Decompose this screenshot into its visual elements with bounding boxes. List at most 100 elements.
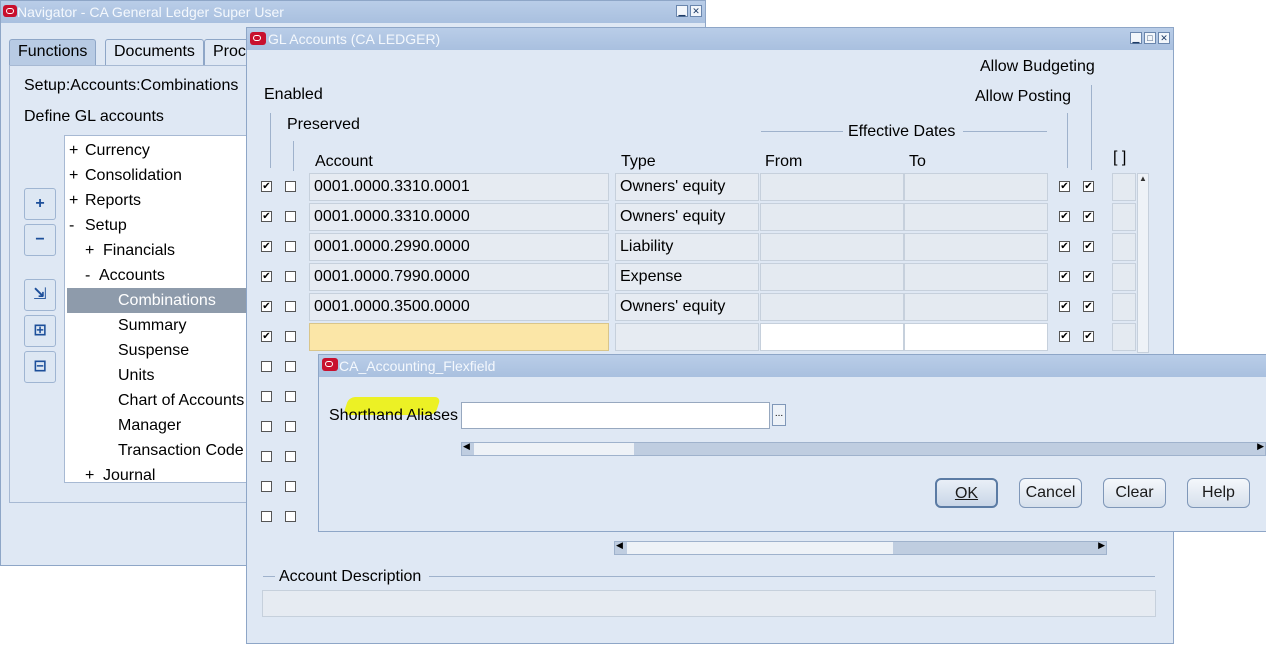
vertical-scrollbar[interactable]: ▲ <box>1137 173 1149 353</box>
enabled-checkbox[interactable] <box>261 511 272 522</box>
tree-item-setup[interactable]: - Setup <box>69 213 127 238</box>
to-date-cell[interactable] <box>904 173 1048 201</box>
enabled-checkbox[interactable] <box>261 481 272 492</box>
to-date-cell[interactable] <box>904 203 1048 231</box>
preserved-checkbox[interactable] <box>285 331 296 342</box>
account-cell[interactable] <box>309 323 609 351</box>
tab-documents[interactable]: Documents <box>105 39 204 65</box>
tab-functions[interactable]: Functions <box>9 39 97 65</box>
cancel-button[interactable]: Cancel <box>1019 478 1082 508</box>
scroll-right-icon[interactable]: ▶ <box>1257 441 1264 452</box>
type-cell[interactable]: Owners' equity <box>615 203 759 231</box>
from-date-cell[interactable] <box>760 173 904 201</box>
enabled-checkbox[interactable] <box>261 421 272 432</box>
account-cell[interactable]: 0001.0000.3310.0001 <box>309 173 609 201</box>
account-cell[interactable]: 0001.0000.3500.0000 <box>309 293 609 321</box>
tree-item-transaction-code[interactable]: Transaction Code <box>118 438 244 463</box>
allow-posting-checkbox[interactable]: ✔ <box>1059 331 1070 342</box>
preserved-checkbox[interactable] <box>285 451 296 462</box>
enabled-checkbox[interactable]: ✔ <box>261 181 272 192</box>
expand-branch-button[interactable]: + <box>24 188 56 220</box>
maximize-icon[interactable]: □ <box>1144 32 1156 44</box>
preserved-checkbox[interactable] <box>285 421 296 432</box>
gl-accounts-titlebar[interactable]: GL Accounts (CA LEDGER) ▁ □ ✕ <box>247 28 1173 50</box>
preserved-checkbox[interactable] <box>285 511 296 522</box>
preserved-checkbox[interactable] <box>285 301 296 312</box>
tree-item-financials[interactable]: + Financials <box>85 238 175 263</box>
collapse-all-button[interactable]: ⊟ <box>24 351 56 383</box>
scroll-thumb[interactable] <box>627 542 893 554</box>
allow-budgeting-checkbox[interactable]: ✔ <box>1083 241 1094 252</box>
tree-item-currency[interactable]: + Currency <box>69 138 150 163</box>
scroll-left-icon[interactable]: ◀ <box>463 441 470 452</box>
type-cell[interactable]: Owners' equity <box>615 293 759 321</box>
enabled-checkbox[interactable] <box>261 361 272 372</box>
type-cell[interactable]: Expense <box>615 263 759 291</box>
enabled-checkbox[interactable]: ✔ <box>261 331 272 342</box>
to-date-cell[interactable] <box>904 293 1048 321</box>
allow-budgeting-checkbox[interactable]: ✔ <box>1083 271 1094 282</box>
minimize-icon[interactable]: ▁ <box>1130 32 1142 44</box>
type-cell[interactable]: Owners' equity <box>615 173 759 201</box>
close-icon[interactable]: ✕ <box>1158 32 1170 44</box>
tree-item-units[interactable]: Units <box>118 363 154 388</box>
tree-item-consolidation[interactable]: + Consolidation <box>69 163 182 188</box>
flexfield-titlebar[interactable]: CA_Accounting_Flexfield <box>319 355 1266 377</box>
tree-item-combinations[interactable]: Combinations <box>67 288 253 313</box>
account-cell[interactable]: 0001.0000.2990.0000 <box>309 233 609 261</box>
ok-button[interactable]: OK <box>935 478 998 508</box>
allow-posting-checkbox[interactable]: ✔ <box>1059 241 1070 252</box>
preserved-checkbox[interactable] <box>285 211 296 222</box>
clear-button[interactable]: Clear <box>1103 478 1166 508</box>
allow-budgeting-checkbox[interactable]: ✔ <box>1083 181 1094 192</box>
type-cell[interactable] <box>615 323 759 351</box>
account-cell[interactable]: 0001.0000.3310.0000 <box>309 203 609 231</box>
collapse-branch-button[interactable]: − <box>24 224 56 256</box>
enabled-checkbox[interactable]: ✔ <box>261 241 272 252</box>
tree-item-chart-of-accounts[interactable]: Chart of Accounts <box>118 388 244 413</box>
folder-cell[interactable] <box>1112 293 1136 321</box>
to-date-cell[interactable] <box>904 323 1048 351</box>
from-date-cell[interactable] <box>760 293 904 321</box>
to-date-cell[interactable] <box>904 233 1048 261</box>
scroll-up-icon[interactable]: ▲ <box>1138 174 1148 183</box>
folder-cell[interactable] <box>1112 173 1136 201</box>
folder-cell[interactable] <box>1112 233 1136 261</box>
folder-cell[interactable] <box>1112 263 1136 291</box>
preserved-checkbox[interactable] <box>285 481 296 492</box>
allow-posting-checkbox[interactable]: ✔ <box>1059 271 1070 282</box>
scroll-right-icon[interactable]: ▶ <box>1098 540 1105 551</box>
help-button[interactable]: Help <box>1187 478 1250 508</box>
preserved-checkbox[interactable] <box>285 181 296 192</box>
preserved-checkbox[interactable] <box>285 241 296 252</box>
list-of-values-button[interactable]: ... <box>772 404 786 426</box>
shorthand-aliases-input[interactable] <box>461 402 770 429</box>
allow-budgeting-checkbox[interactable]: ✔ <box>1083 301 1094 312</box>
enabled-checkbox[interactable]: ✔ <box>261 211 272 222</box>
allow-posting-checkbox[interactable]: ✔ <box>1059 211 1070 222</box>
tree-item-summary[interactable]: Summary <box>118 313 186 338</box>
tree-item-accounts[interactable]: - Accounts <box>85 263 165 288</box>
enabled-checkbox[interactable]: ✔ <box>261 301 272 312</box>
from-date-cell[interactable] <box>760 233 904 261</box>
expand-all-button[interactable]: ⇲ <box>24 279 56 311</box>
flexfield-horizontal-scrollbar[interactable]: ◀ ▶ <box>461 441 1266 456</box>
allow-posting-checkbox[interactable]: ✔ <box>1059 181 1070 192</box>
folder-cell[interactable] <box>1112 203 1136 231</box>
function-tree[interactable]: + Currency + Consolidation + Reports - Setup… <box>64 135 254 483</box>
horizontal-scrollbar[interactable]: ◀ ▶ <box>614 540 1107 555</box>
scroll-left-icon[interactable]: ◀ <box>616 540 623 551</box>
tree-item-reports[interactable]: + Reports <box>69 188 141 213</box>
preserved-checkbox[interactable] <box>285 361 296 372</box>
scroll-thumb[interactable] <box>474 443 634 455</box>
expand-all-branches-button[interactable]: ⊞ <box>24 315 56 347</box>
allow-posting-checkbox[interactable]: ✔ <box>1059 301 1070 312</box>
enabled-checkbox[interactable]: ✔ <box>261 271 272 282</box>
tree-item-journal[interactable]: + Journal <box>85 463 155 482</box>
from-date-cell[interactable] <box>760 263 904 291</box>
close-icon[interactable]: ✕ <box>690 5 702 17</box>
minimize-icon[interactable]: ▁ <box>676 5 688 17</box>
navigator-titlebar[interactable]: Navigator - CA General Ledger Super User… <box>1 1 705 23</box>
folder-cell[interactable] <box>1112 323 1136 351</box>
from-date-cell[interactable] <box>760 203 904 231</box>
